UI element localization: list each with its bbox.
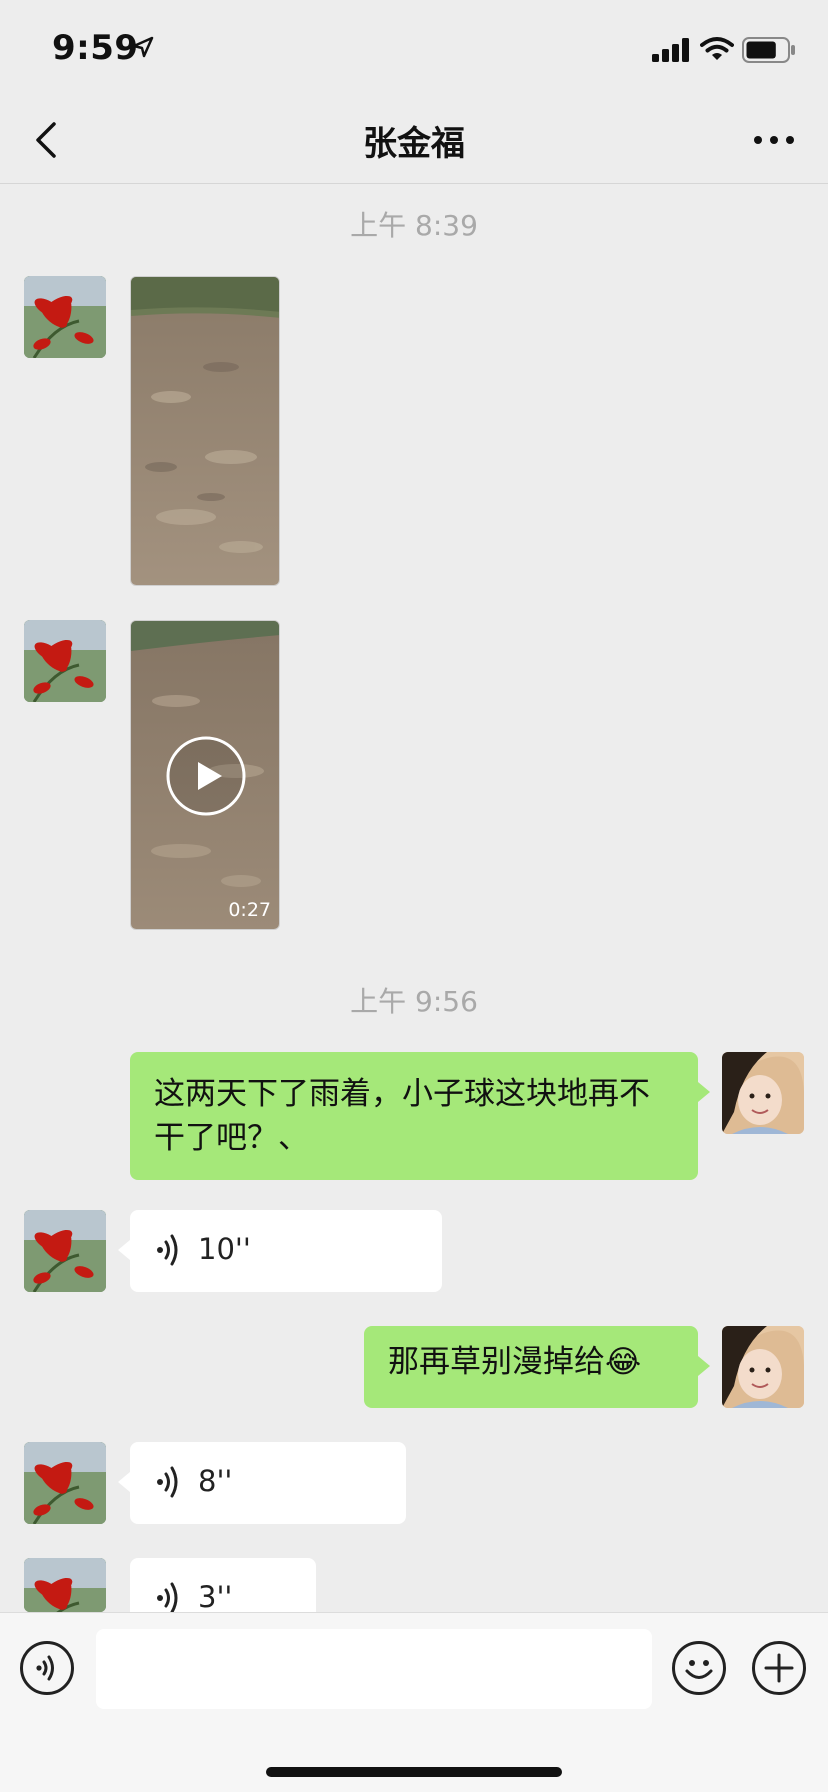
video-message[interactable]: 0:27 xyxy=(130,620,280,930)
bubble-tail xyxy=(118,1240,130,1260)
voice-input-icon xyxy=(36,1655,54,1681)
battery-icon xyxy=(742,37,795,63)
voice-wave-icon xyxy=(157,1466,178,1498)
plus-icon xyxy=(764,1653,794,1683)
more-dots-icon[interactable] xyxy=(750,122,798,158)
signal-icon xyxy=(652,38,689,62)
voice-wave-icon xyxy=(157,1582,178,1612)
flower-avatar-image xyxy=(24,1442,106,1524)
location-arrow-icon xyxy=(132,36,154,58)
voice-wave-icon xyxy=(157,1234,178,1266)
wifi-icon xyxy=(700,37,734,60)
voice-duration: 10'' xyxy=(198,1232,251,1266)
contact-avatar[interactable] xyxy=(24,1442,106,1524)
contact-avatar[interactable] xyxy=(24,1558,106,1612)
timestamp: 上午 9:56 xyxy=(350,985,478,1018)
contact-avatar[interactable] xyxy=(24,1210,106,1292)
status-time: 9:59 xyxy=(52,28,139,68)
girl-avatar-image xyxy=(722,1052,804,1134)
voice-duration: 3'' xyxy=(198,1580,233,1612)
girl-avatar-image xyxy=(722,1326,804,1408)
bubble-tail xyxy=(698,1356,710,1376)
flower-avatar-image xyxy=(24,620,106,702)
emoji-icon xyxy=(685,1660,713,1679)
voice-input-button[interactable] xyxy=(20,1641,74,1695)
flower-avatar-image xyxy=(24,276,106,358)
status-bar: 9:59 xyxy=(0,0,828,96)
voice-message-bubble[interactable]: 8'' xyxy=(118,1442,406,1524)
video-duration: 0:27 xyxy=(228,899,271,921)
message-text: 这两天下了雨着，小子球这块地再不干了吧？、 xyxy=(154,1076,650,1156)
nav-bar: 张金福 xyxy=(0,96,828,184)
home-indicator[interactable] xyxy=(266,1767,562,1777)
flower-avatar-image xyxy=(24,1558,106,1612)
sent-message-bubble[interactable]: 那再草别漫掉给😂 xyxy=(364,1326,710,1408)
voice-message-bubble[interactable]: 3'' xyxy=(130,1558,316,1612)
voice-duration: 8'' xyxy=(198,1464,233,1498)
input-bar xyxy=(0,1612,828,1792)
chat-title: 张金福 xyxy=(363,124,465,164)
contact-avatar[interactable] xyxy=(24,620,106,702)
plus-button[interactable] xyxy=(752,1641,806,1695)
my-avatar[interactable] xyxy=(722,1326,804,1408)
contact-avatar[interactable] xyxy=(24,276,106,358)
bubble-tail xyxy=(698,1082,710,1102)
field-photo xyxy=(131,277,279,585)
bubble-tail xyxy=(118,1472,130,1492)
emoji-button[interactable] xyxy=(672,1641,726,1695)
message-text: 那再草别漫掉给😂 xyxy=(388,1344,642,1380)
my-avatar[interactable] xyxy=(722,1052,804,1134)
sent-message-bubble[interactable]: 这两天下了雨着，小子球这块地再不干了吧？、 xyxy=(130,1052,710,1180)
image-message[interactable] xyxy=(130,276,280,586)
flower-avatar-image xyxy=(24,1210,106,1292)
play-icon[interactable] xyxy=(166,736,246,816)
message-input[interactable] xyxy=(96,1629,652,1709)
timestamp: 上午 8:39 xyxy=(350,209,478,242)
voice-message-bubble[interactable]: 10'' xyxy=(118,1210,442,1292)
